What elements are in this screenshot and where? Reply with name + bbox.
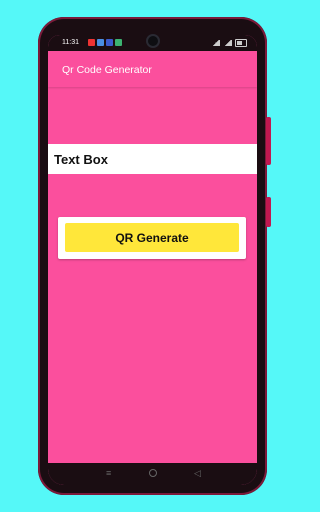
- app-bar: Qr Code Generator: [48, 51, 257, 87]
- phone-frame: 11:31 Qr Code Generator Text Box QR Gene…: [38, 17, 271, 495]
- back-icon[interactable]: ◁: [194, 469, 201, 478]
- navigation-bar: ≡ ◁: [48, 463, 257, 485]
- button-card: QR Generate: [58, 217, 246, 259]
- qr-generate-button[interactable]: QR Generate: [65, 223, 239, 252]
- power-button: [266, 197, 271, 227]
- facebook-icon: [106, 39, 113, 46]
- status-time: 11:31: [62, 39, 79, 46]
- battery-icon: [235, 39, 247, 47]
- app-title: Qr Code Generator: [62, 64, 152, 76]
- signal-icon: [211, 40, 220, 46]
- mail-icon: [97, 39, 104, 46]
- home-icon[interactable]: [149, 469, 157, 477]
- youtube-icon: [88, 39, 95, 46]
- volume-button: [266, 117, 271, 165]
- app-icon: [115, 39, 122, 46]
- notification-icons: [88, 39, 122, 46]
- phone-screen: 11:31 Qr Code Generator Text Box QR Gene…: [48, 35, 257, 485]
- camera-icon: [146, 34, 160, 48]
- menu-icon[interactable]: ≡: [106, 469, 111, 478]
- text-box[interactable]: Text Box: [48, 144, 257, 174]
- signal-icon: [223, 40, 232, 46]
- text-box-label: Text Box: [54, 152, 108, 167]
- system-icons: [211, 39, 247, 47]
